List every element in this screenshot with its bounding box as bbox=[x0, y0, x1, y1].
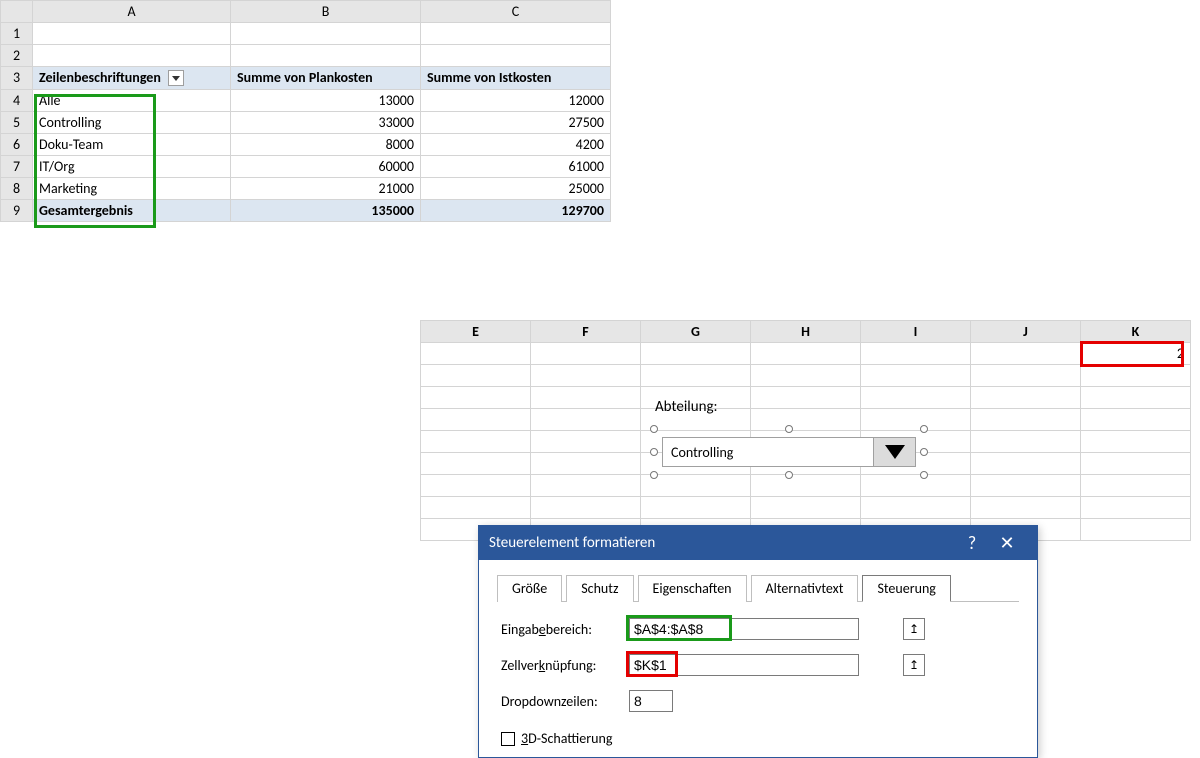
col-header[interactable]: E bbox=[421, 321, 531, 343]
cell[interactable]: 4200 bbox=[421, 133, 611, 155]
cell[interactable]: 8000 bbox=[231, 133, 421, 155]
checkbox-icon[interactable] bbox=[501, 732, 515, 746]
range-picker-icon[interactable]: ↥ bbox=[903, 618, 925, 640]
pivot-total-label[interactable]: Gesamtergebnis bbox=[33, 199, 231, 221]
resize-handle[interactable] bbox=[785, 471, 793, 479]
shadow-label: 3D-Schattierung bbox=[521, 730, 612, 747]
cell[interactable] bbox=[421, 45, 611, 67]
cell[interactable]: 33000 bbox=[231, 111, 421, 133]
combobox-label: Abteilung: bbox=[655, 398, 718, 416]
row-header[interactable]: 4 bbox=[1, 89, 33, 111]
row-header[interactable]: 5 bbox=[1, 111, 33, 133]
cell-k1[interactable]: 2 bbox=[1081, 343, 1191, 365]
cell[interactable]: 27500 bbox=[421, 111, 611, 133]
pivot-table[interactable]: A B C 1 2 3 Zeilenbeschriftungen Summe v… bbox=[0, 0, 611, 222]
dialog-title: Steuerelement formatieren bbox=[489, 534, 655, 552]
resize-handle[interactable] bbox=[650, 425, 658, 433]
cell-link-field[interactable] bbox=[629, 654, 859, 676]
row-header[interactable]: 8 bbox=[1, 177, 33, 199]
cell[interactable]: Marketing bbox=[33, 177, 231, 199]
dialog-titlebar[interactable]: Steuerelement formatieren ? ✕ bbox=[479, 526, 1037, 560]
tab-control[interactable]: Steuerung bbox=[862, 575, 950, 602]
combobox-control[interactable]: Controlling bbox=[654, 429, 924, 475]
pivot-row-label-header[interactable]: Zeilenbeschriftungen bbox=[33, 67, 231, 90]
cell[interactable]: Alle bbox=[33, 89, 231, 111]
close-icon[interactable]: ✕ bbox=[987, 532, 1027, 554]
resize-handle[interactable] bbox=[920, 471, 928, 479]
col-header[interactable]: I bbox=[861, 321, 971, 343]
row-header[interactable]: 9 bbox=[1, 199, 33, 221]
col-header[interactable]: G bbox=[641, 321, 751, 343]
input-range-field[interactable] bbox=[629, 618, 859, 640]
col-header[interactable]: H bbox=[751, 321, 861, 343]
cell[interactable]: 60000 bbox=[231, 155, 421, 177]
tab-size[interactable]: Größe bbox=[497, 575, 562, 602]
pivot-col-header[interactable]: Summe von Istkosten bbox=[421, 67, 611, 90]
input-range-label: Eingabebereich: bbox=[501, 621, 629, 638]
cell[interactable] bbox=[33, 23, 231, 45]
resize-handle[interactable] bbox=[650, 471, 658, 479]
tab-properties[interactable]: Eigenschaften bbox=[638, 575, 747, 602]
cell[interactable] bbox=[421, 343, 531, 365]
cell[interactable]: Doku-Team bbox=[33, 133, 231, 155]
row-header[interactable]: 2 bbox=[1, 45, 33, 67]
cell[interactable]: Controlling bbox=[33, 111, 231, 133]
combobox-value: Controlling bbox=[663, 444, 873, 461]
pivot-total-value[interactable]: 129700 bbox=[421, 199, 611, 221]
col-header[interactable]: J bbox=[971, 321, 1081, 343]
format-control-dialog: Steuerelement formatieren ? ✕ Größe Schu… bbox=[478, 525, 1038, 758]
col-header[interactable]: F bbox=[531, 321, 641, 343]
col-header[interactable]: A bbox=[33, 1, 231, 23]
col-header[interactable]: B bbox=[231, 1, 421, 23]
cell[interactable] bbox=[231, 23, 421, 45]
dialog-tabs: Größe Schutz Eigenschaften Alternativtex… bbox=[479, 560, 1037, 601]
cell[interactable]: 13000 bbox=[231, 89, 421, 111]
select-all-corner[interactable] bbox=[1, 1, 33, 23]
pivot-total-value[interactable]: 135000 bbox=[231, 199, 421, 221]
resize-handle[interactable] bbox=[920, 425, 928, 433]
dropdown-lines-label: Dropdownzeilen: bbox=[501, 693, 629, 710]
help-icon[interactable]: ? bbox=[957, 532, 987, 554]
col-header[interactable]: C bbox=[421, 1, 611, 23]
shadow-checkbox[interactable]: 3D-Schattierung bbox=[501, 726, 1015, 747]
resize-handle[interactable] bbox=[920, 448, 928, 456]
tab-alttext[interactable]: Alternativtext bbox=[751, 575, 859, 602]
row-header[interactable]: 7 bbox=[1, 155, 33, 177]
range-picker-icon[interactable]: ↥ bbox=[903, 654, 925, 676]
cell[interactable] bbox=[861, 343, 971, 365]
dropdown-lines-field[interactable] bbox=[629, 690, 673, 712]
cell[interactable]: 61000 bbox=[421, 155, 611, 177]
row-header[interactable]: 6 bbox=[1, 133, 33, 155]
tab-protection[interactable]: Schutz bbox=[566, 575, 633, 602]
row-header[interactable]: 1 bbox=[1, 23, 33, 45]
resize-handle[interactable] bbox=[785, 425, 793, 433]
row-header[interactable]: 3 bbox=[1, 67, 33, 90]
cell[interactable] bbox=[971, 343, 1081, 365]
cell[interactable] bbox=[33, 45, 231, 67]
header-text: Zeilenbeschriftungen bbox=[39, 69, 161, 86]
cell[interactable]: 12000 bbox=[421, 89, 611, 111]
cell[interactable]: 21000 bbox=[231, 177, 421, 199]
cell[interactable]: IT/Org bbox=[33, 155, 231, 177]
resize-handle[interactable] bbox=[650, 448, 658, 456]
cell[interactable] bbox=[231, 45, 421, 67]
filter-dropdown-icon[interactable] bbox=[168, 70, 184, 86]
pivot-col-header[interactable]: Summe von Plankosten bbox=[231, 67, 421, 90]
cell[interactable] bbox=[531, 343, 641, 365]
cell[interactable]: 25000 bbox=[421, 177, 611, 199]
cell-link-label: Zellverknüpfung: bbox=[501, 657, 629, 674]
col-header[interactable]: K bbox=[1081, 321, 1191, 343]
cell[interactable] bbox=[751, 343, 861, 365]
cell[interactable] bbox=[641, 343, 751, 365]
cell[interactable] bbox=[421, 23, 611, 45]
dropdown-arrow-icon[interactable] bbox=[873, 438, 915, 466]
